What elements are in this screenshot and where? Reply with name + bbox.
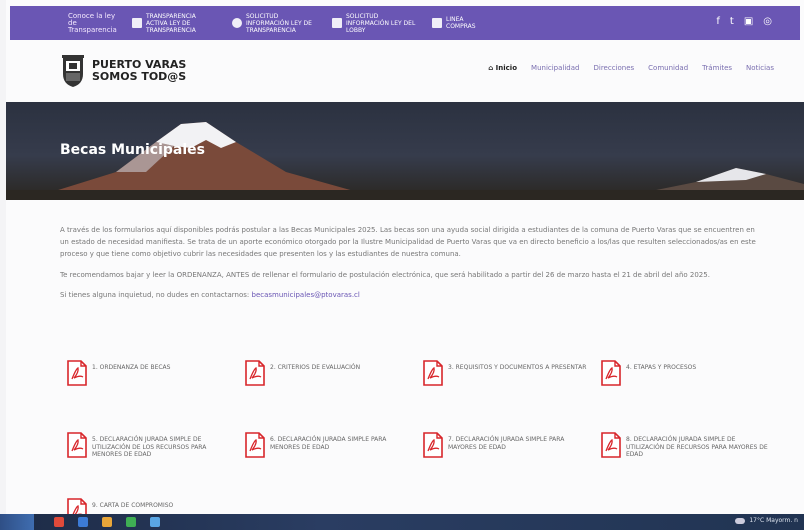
main-nav: ⌂ Inicio Municipalidad Direcciones Comun… <box>474 64 774 72</box>
pdf-icon <box>245 432 265 458</box>
contact-email-link[interactable]: becasmunicipales@ptovaras.cl <box>252 291 360 299</box>
topbar-link-label: SOLICITUD INFORMACIÓN LEY DEL LOBBY <box>346 12 416 34</box>
app-icon[interactable] <box>54 517 64 527</box>
weather-text: 17°C Mayorm. n <box>749 517 798 524</box>
pdf-icon <box>601 432 621 458</box>
topbar-link-purchases[interactable]: LINEA COMPRAS <box>432 16 476 30</box>
logo-line2: SOMOS TOD@S <box>92 70 187 83</box>
topbar-link-label: Conoce la ley de Transparencia <box>68 11 117 34</box>
nav-label: Inicio <box>495 64 518 72</box>
instagram-icon[interactable]: ◎ <box>763 16 772 27</box>
pdf-icon <box>601 360 621 386</box>
topbar-link-active-transparency[interactable]: TRANSPARENCIA ACTIVA LEY DE TRANSPARENCI… <box>132 13 218 34</box>
topbar-link-transparency[interactable]: Conoce la ley de Transparencia <box>68 11 118 34</box>
site-header: PUERTO VARAS SOMOS TOD@S ⌂ Inicio Munici… <box>6 40 804 102</box>
twitter-icon[interactable]: t <box>730 16 734 27</box>
document-label: 4. ETAPAS Y PROCESOS <box>626 364 697 371</box>
browser-icon[interactable] <box>126 517 136 527</box>
document-label: 5. DECLARACIÓN JURADA SIMPLE DE UTILIZAC… <box>92 436 207 458</box>
document-link[interactable]: 4. ETAPAS Y PROCESOS <box>600 360 770 386</box>
weather-icon <box>735 517 746 524</box>
document-link[interactable]: 7. DECLARACIÓN JURADA SIMPLE PARA MAYORE… <box>422 432 592 458</box>
document-label: 2. CRITERIOS DE EVALUACIÓN <box>270 364 361 371</box>
document-label: 7. DECLARACIÓN JURADA SIMPLE PARA MAYORE… <box>448 436 565 451</box>
os-taskbar: 17°C Mayorm. n <box>0 514 804 530</box>
document-link[interactable]: 1. ORDENANZA DE BECAS <box>66 360 236 386</box>
document-link[interactable]: 5. DECLARACIÓN JURADA SIMPLE DE UTILIZAC… <box>66 432 236 459</box>
topbar-link-label: TRANSPARENCIA ACTIVA LEY DE TRANSPARENCI… <box>146 12 196 34</box>
document-link[interactable]: 3. REQUISITOS Y DOCUMENTOS A PRESENTAR <box>422 360 592 386</box>
start-button[interactable] <box>0 514 34 530</box>
document-label: 6. DECLARACIÓN JURADA SIMPLE PARA MENORE… <box>270 436 387 451</box>
app-icon[interactable] <box>150 517 160 527</box>
browser-page: Conoce la ley de Transparencia TRANSPARE… <box>6 0 804 514</box>
pdf-icon <box>67 498 87 514</box>
nav-community[interactable]: Comunidad <box>648 64 688 72</box>
pdf-icon <box>67 360 87 386</box>
document-label: 3. REQUISITOS Y DOCUMENTOS A PRESENTAR <box>448 364 587 371</box>
document-icon <box>132 18 142 28</box>
nav-home[interactable]: ⌂ Inicio <box>488 64 517 72</box>
system-tray: 17°C Mayorm. n <box>735 517 798 524</box>
document-label: 1. ORDENANZA DE BECAS <box>92 364 171 371</box>
app-icon[interactable] <box>78 517 88 527</box>
topbar-link-lobby[interactable]: SOLICITUD INFORMACIÓN LEY DEL LOBBY <box>332 13 418 34</box>
topbar-link-label: SOLICITUD INFORMACIÓN LEY DE TRANSPARENC… <box>246 12 312 34</box>
facebook-icon[interactable]: f <box>716 16 720 27</box>
pdf-icon <box>67 432 87 458</box>
contact-text: Si tienes alguna inquietud, no dudes en … <box>60 290 250 299</box>
youtube-icon[interactable]: ▣ <box>744 16 753 27</box>
topbar-link-label: LINEA COMPRAS <box>446 16 476 30</box>
document-link[interactable]: 2. CRITERIOS DE EVALUACIÓN <box>244 360 414 386</box>
pdf-icon <box>245 360 265 386</box>
topbar-link-info-request[interactable]: SOLICITUD INFORMACIÓN LEY DE TRANSPARENC… <box>232 13 318 34</box>
site-logo[interactable]: PUERTO VARAS SOMOS TOD@S <box>60 54 186 88</box>
intro-paragraph-1: A través de los formularios aquí disponi… <box>60 226 756 259</box>
nav-news[interactable]: Noticias <box>746 64 774 72</box>
nav-municipality[interactable]: Municipalidad <box>531 64 579 72</box>
document-link[interactable]: 6. DECLARACIÓN JURADA SIMPLE PARA MENORE… <box>244 432 414 458</box>
pdf-icon <box>423 360 443 386</box>
cart-icon <box>432 18 442 28</box>
pdf-icon <box>423 432 443 458</box>
page-title: Becas Municipales <box>60 142 205 158</box>
top-bar: Conoce la ley de Transparencia TRANSPARE… <box>10 6 800 40</box>
document-label: 9. CARTA DE COMPROMISO <box>92 502 174 509</box>
hero-banner: Becas Municipales <box>6 102 804 200</box>
building-icon <box>332 18 342 28</box>
crest-icon <box>62 55 84 87</box>
info-icon <box>232 18 242 28</box>
intro-paragraph-2: Te recomendamos bajar y leer la ORDENANZ… <box>60 270 710 279</box>
document-link[interactable]: 9. CARTA DE COMPROMISO <box>66 498 236 514</box>
contact-paragraph: Si tienes alguna inquietud, no dudes en … <box>60 289 760 301</box>
document-link[interactable]: 8. DECLARACIÓN JURADA SIMPLE DE UTILIZAC… <box>600 432 770 459</box>
social-links: f t ▣ ◎ <box>716 16 772 27</box>
nav-directions[interactable]: Direcciones <box>593 64 634 72</box>
intro-text: A través de los formularios aquí disponi… <box>60 224 760 309</box>
nav-procedures[interactable]: Trámites <box>702 64 732 72</box>
document-label: 8. DECLARACIÓN JURADA SIMPLE DE UTILIZAC… <box>626 436 768 458</box>
folder-icon[interactable] <box>102 517 112 527</box>
